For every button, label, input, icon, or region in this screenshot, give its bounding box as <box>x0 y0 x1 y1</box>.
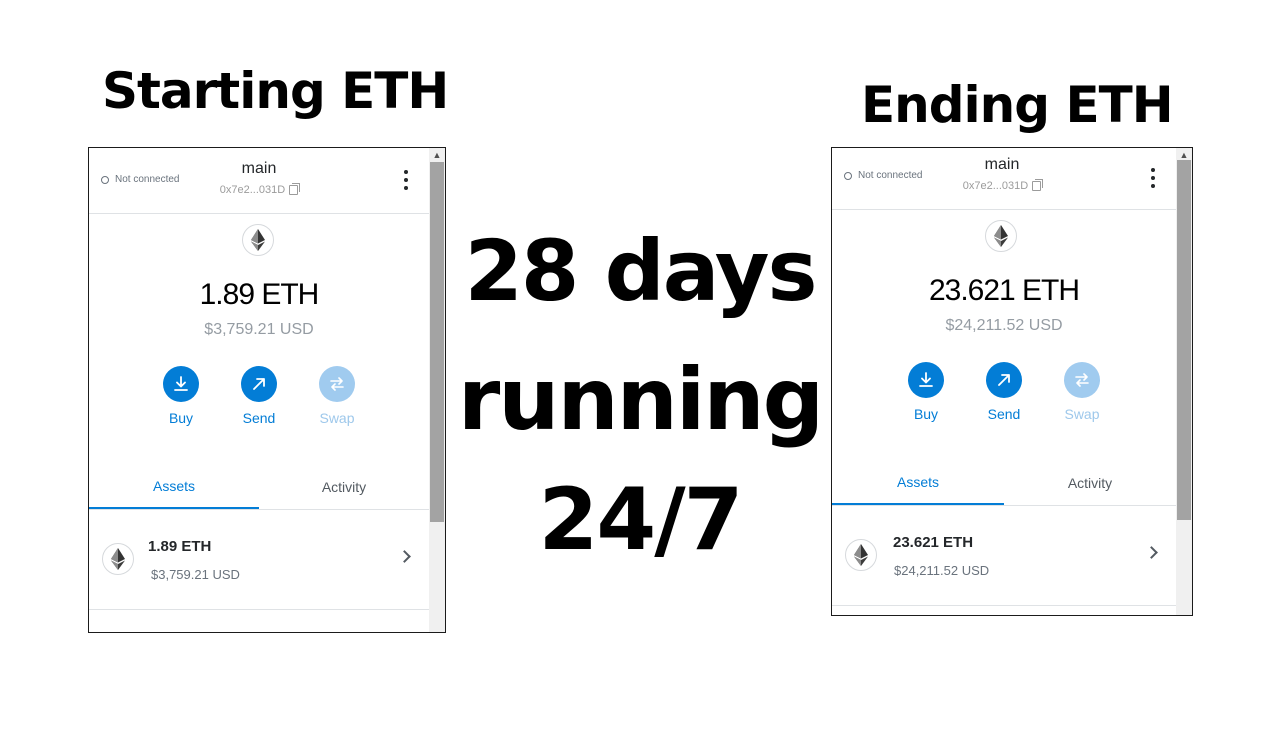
duration-text: 28 days <box>464 222 817 320</box>
wallet-header: Not connected main 0x7e2...031D <box>89 148 429 214</box>
account-address[interactable]: 0x7e2...031D <box>189 183 329 196</box>
arrow-up-right-icon <box>986 362 1022 398</box>
starting-eth-heading: Starting ETH <box>102 62 449 120</box>
connection-status[interactable]: Not connected <box>844 170 923 181</box>
tab-activity[interactable]: Activity <box>1004 460 1176 505</box>
buy-button[interactable]: Buy <box>162 366 200 426</box>
scroll-up-arrow-icon[interactable]: ▲ <box>429 148 445 162</box>
account-name: main <box>984 156 1020 173</box>
send-button[interactable]: Send <box>985 362 1023 422</box>
chevron-right-icon <box>398 550 411 563</box>
tab-assets[interactable]: Assets <box>832 460 1004 505</box>
eth-balance: 23.621 ETH <box>928 274 1080 307</box>
asset-fiat-value: $24,211.52 USD <box>894 563 990 578</box>
ending-wallet-panel: Not connected main 0x7e2...031D 23.621 E… <box>831 147 1193 616</box>
tab-activity[interactable]: Activity <box>259 464 429 509</box>
copy-icon[interactable] <box>1032 179 1044 191</box>
ethereum-icon <box>845 539 877 571</box>
starting-wallet-panel: Not connected main 0x7e2...031D 1.89 ETH… <box>88 147 446 633</box>
swap-label: Swap <box>319 410 355 426</box>
asset-amount: 1.89 ETH <box>148 538 212 555</box>
kebab-menu-icon[interactable] <box>1148 168 1158 188</box>
ethereum-icon <box>985 220 1017 252</box>
send-label: Send <box>242 410 276 426</box>
account-address-text: 0x7e2...031D <box>219 184 286 196</box>
swap-arrows-icon <box>1064 362 1100 398</box>
ethereum-icon <box>102 543 134 575</box>
send-label: Send <box>987 406 1021 422</box>
ending-eth-heading: Ending ETH <box>861 76 1174 134</box>
ethereum-icon <box>242 224 274 256</box>
download-icon <box>908 362 944 398</box>
schedule-text: 24/7 <box>538 470 744 570</box>
account-selector[interactable]: main 0x7e2...031D <box>932 156 1072 192</box>
fiat-balance: $3,759.21 USD <box>204 321 314 338</box>
account-selector[interactable]: main 0x7e2...031D <box>189 160 329 196</box>
running-text: running <box>457 350 824 450</box>
wallet-tabs: Assets Activity <box>832 460 1176 506</box>
buy-label: Buy <box>913 406 939 422</box>
scrollbar[interactable]: ▲ <box>1176 148 1192 615</box>
account-address-text: 0x7e2...031D <box>962 180 1029 192</box>
wallet-actions: Buy Send Swap <box>832 362 1176 422</box>
asset-fiat-value: $3,759.21 USD <box>151 567 240 582</box>
tab-assets[interactable]: Assets <box>89 464 259 509</box>
asset-list-item[interactable]: 23.621 ETH $24,211.52 USD <box>832 506 1176 606</box>
kebab-menu-icon[interactable] <box>401 170 411 190</box>
swap-arrows-icon <box>319 366 355 402</box>
connection-status-label: Not connected <box>858 170 923 181</box>
connection-status[interactable]: Not connected <box>101 174 180 185</box>
send-button[interactable]: Send <box>240 366 278 426</box>
swap-button[interactable]: Swap <box>1063 362 1101 422</box>
status-dot-icon <box>844 171 852 180</box>
scrollbar-thumb[interactable] <box>430 162 444 522</box>
wallet-actions: Buy Send Swap <box>89 366 429 426</box>
account-address[interactable]: 0x7e2...031D <box>932 179 1072 192</box>
asset-list-item[interactable]: 1.89 ETH $3,759.21 USD <box>89 510 429 610</box>
account-name: main <box>241 160 277 177</box>
chevron-right-icon <box>1145 546 1158 559</box>
wallet-tabs: Assets Activity <box>89 464 429 510</box>
scrollbar-thumb[interactable] <box>1177 160 1191 520</box>
buy-button[interactable]: Buy <box>907 362 945 422</box>
copy-icon[interactable] <box>289 183 301 195</box>
scrollbar[interactable]: ▲ <box>429 148 445 632</box>
wallet-header: Not connected main 0x7e2...031D <box>832 148 1176 210</box>
download-icon <box>163 366 199 402</box>
fiat-balance: $24,211.52 USD <box>945 317 1063 334</box>
asset-amount: 23.621 ETH <box>893 534 974 551</box>
swap-button[interactable]: Swap <box>318 366 356 426</box>
swap-label: Swap <box>1064 406 1100 422</box>
status-dot-icon <box>101 175 109 184</box>
buy-label: Buy <box>168 410 194 426</box>
connection-status-label: Not connected <box>115 174 180 185</box>
eth-balance: 1.89 ETH <box>199 278 320 311</box>
arrow-up-right-icon <box>241 366 277 402</box>
